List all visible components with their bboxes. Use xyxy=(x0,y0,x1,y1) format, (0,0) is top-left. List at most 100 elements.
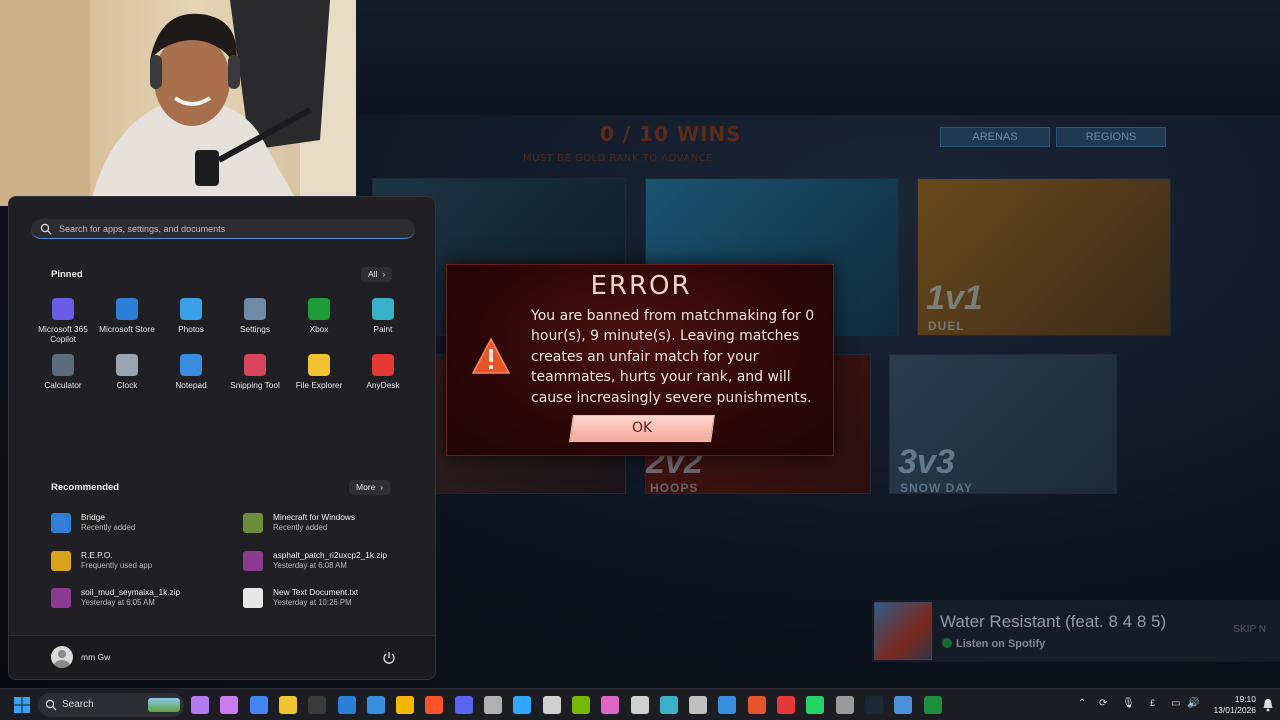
recommended-item[interactable]: New Text Document.txt Yesterday at 10:26 … xyxy=(243,586,423,612)
paper-icon[interactable] xyxy=(718,696,737,714)
acrobat-icon[interactable] xyxy=(747,696,766,714)
calculator-icon xyxy=(52,354,74,376)
pinned-app-label: Snipping Tool xyxy=(230,380,280,390)
pinned-app-notepad[interactable]: Notepad xyxy=(159,354,223,390)
search-icon xyxy=(45,699,57,711)
folder-icon xyxy=(308,354,330,376)
clock-date: 13/01/2026 xyxy=(1213,705,1256,715)
clock-time: 19:10 xyxy=(1234,694,1256,704)
chrome-icon[interactable] xyxy=(249,696,268,714)
avatar[interactable] xyxy=(51,646,73,668)
more-button[interactable]: More › xyxy=(349,480,391,495)
browser-icon[interactable] xyxy=(659,696,678,714)
app-dots-icon[interactable] xyxy=(220,696,239,714)
anydesk-icon xyxy=(372,354,394,376)
error-dialog: ERROR You are banned from matchmaking fo… xyxy=(446,264,834,456)
whatsapp-icon[interactable] xyxy=(806,696,825,714)
pinned-app-xbox[interactable]: Xbox xyxy=(287,298,351,334)
windows-start-icon[interactable] xyxy=(13,696,31,714)
sync-icon[interactable]: ⟳ xyxy=(1099,698,1107,709)
mail-icon[interactable] xyxy=(689,696,708,714)
pinned-app-label: Notepad xyxy=(175,380,207,390)
user-icon xyxy=(54,650,70,668)
recommended-item-detail: Recently added xyxy=(81,523,136,532)
listen-on-spotify-link[interactable]: Listen on Spotify xyxy=(942,638,1045,650)
recommended-item-name: R.E.P.O. xyxy=(81,549,113,560)
taskbar-search[interactable]: Search xyxy=(38,693,184,717)
volume-icon[interactable]: 🔊 xyxy=(1187,698,1199,709)
chevron-right-icon: › xyxy=(382,270,386,279)
warning-icon xyxy=(471,337,511,374)
game-header xyxy=(356,0,1280,115)
store-icon[interactable] xyxy=(337,696,356,714)
capcut-icon[interactable] xyxy=(630,696,649,714)
pinned-app-snipping-tool[interactable]: Snipping Tool xyxy=(223,354,287,390)
taskbar-clock[interactable]: 19:10 13/01/2026 xyxy=(1206,694,1256,716)
recommended-item[interactable]: Minecraft for Windows Recently added xyxy=(243,511,423,537)
pinned-app-anydesk[interactable]: AnyDesk xyxy=(351,354,415,390)
paint-icon xyxy=(372,298,394,320)
file-explorer-icon[interactable] xyxy=(278,696,297,714)
all-apps-button[interactable]: All › xyxy=(361,267,393,282)
pinned-app-photos[interactable]: Photos xyxy=(159,298,223,334)
photos-icon xyxy=(180,298,202,320)
steam-link-icon[interactable] xyxy=(542,696,561,714)
wins-subtext: MUST BE GOLD RANK TO ADVANCE xyxy=(523,153,713,164)
gear-icon xyxy=(244,298,266,320)
start-menu: Pinned All › Recommended More › mm Gw Micr… xyxy=(8,196,436,680)
start-search-box[interactable] xyxy=(31,219,415,239)
ok-label: OK xyxy=(631,420,653,436)
tab-regions[interactable]: REGIONS xyxy=(1056,127,1166,147)
minecraft-icon xyxy=(243,513,263,533)
recommended-item[interactable]: Bridge Recently added xyxy=(51,511,231,537)
recommended-item[interactable]: soil_mud_seymaixa_1k.zip Yesterday at 6:0… xyxy=(51,586,231,612)
skip-button[interactable]: SKIP N xyxy=(1233,624,1266,635)
autodesk-icon[interactable] xyxy=(777,696,795,714)
playlist-tile-snow-day[interactable]: 3v3 SNOW DAY xyxy=(889,354,1117,494)
repo-icon xyxy=(51,550,71,571)
notepad-icon[interactable] xyxy=(366,696,385,714)
recommended-item[interactable]: asphalt_patch_ri2uxcp2_1k.zip Yesterday a… xyxy=(243,549,423,575)
start-search-input[interactable] xyxy=(59,221,399,237)
notification-bell-icon[interactable] xyxy=(1262,698,1274,712)
language-indicator[interactable]: £ xyxy=(1150,698,1155,708)
user-bar: mm Gw xyxy=(9,635,435,679)
power-icon[interactable] xyxy=(381,650,397,666)
recommended-item-detail: Yesterday at 6:08 AM xyxy=(273,560,347,570)
recommended-item-name: Minecraft for Windows xyxy=(273,512,356,522)
rockstar-icon[interactable] xyxy=(396,696,415,714)
obs-icon[interactable] xyxy=(484,696,502,714)
album-art xyxy=(874,602,932,660)
photoshop-icon[interactable] xyxy=(513,696,532,714)
chevron-up-icon[interactable]: ⌃ xyxy=(1078,698,1086,709)
pinned-app-paint[interactable]: Paint xyxy=(351,298,415,334)
taskbar: Search ⌃ ⟳ 🎙 £ ▭ 🔊 19:10 13/01/2026 xyxy=(0,688,1280,720)
ok-button[interactable]: OK xyxy=(569,415,715,442)
ai-assistant-icon[interactable] xyxy=(191,696,209,714)
brave-icon[interactable] xyxy=(425,696,444,714)
tab-arenas[interactable]: ARENAS xyxy=(940,127,1050,147)
discord-icon[interactable] xyxy=(454,696,473,714)
pinned-app-gear[interactable]: Settings xyxy=(223,298,287,334)
epic-games-icon[interactable] xyxy=(308,696,327,714)
shield-icon[interactable] xyxy=(894,696,913,714)
recommended-item-name: Bridge xyxy=(81,512,105,522)
nvidia-icon[interactable] xyxy=(571,696,590,714)
user-name[interactable]: mm Gw xyxy=(81,652,110,662)
recommended-item-detail: Frequently used app xyxy=(81,560,153,570)
microphone-icon[interactable]: 🎙 xyxy=(1122,698,1135,709)
notepad-icon xyxy=(180,354,202,376)
playlist-tile-duel[interactable]: 1v1 DUEL xyxy=(917,178,1171,336)
sheets-icon[interactable] xyxy=(923,696,942,714)
pinned-app-store[interactable]: Microsoft Store xyxy=(95,298,159,334)
recommended-item[interactable]: R.E.P.O. Frequently used app xyxy=(51,549,231,575)
pinned-app-clock[interactable]: Clock xyxy=(95,354,159,390)
app-pink-icon[interactable] xyxy=(601,696,620,714)
spotify-now-playing[interactable]: Water Resistant (feat. 8 4 8 5) Listen o… xyxy=(872,600,1280,662)
network-icon[interactable]: ▭ xyxy=(1171,698,1180,709)
tool-icon[interactable] xyxy=(835,696,854,714)
pinned-app-copilot[interactable]: Microsoft 365 Copilot xyxy=(31,298,95,344)
pinned-app-calculator[interactable]: Calculator xyxy=(31,354,95,390)
steam-icon[interactable] xyxy=(864,696,883,714)
pinned-app-folder[interactable]: File Explorer xyxy=(287,354,351,390)
